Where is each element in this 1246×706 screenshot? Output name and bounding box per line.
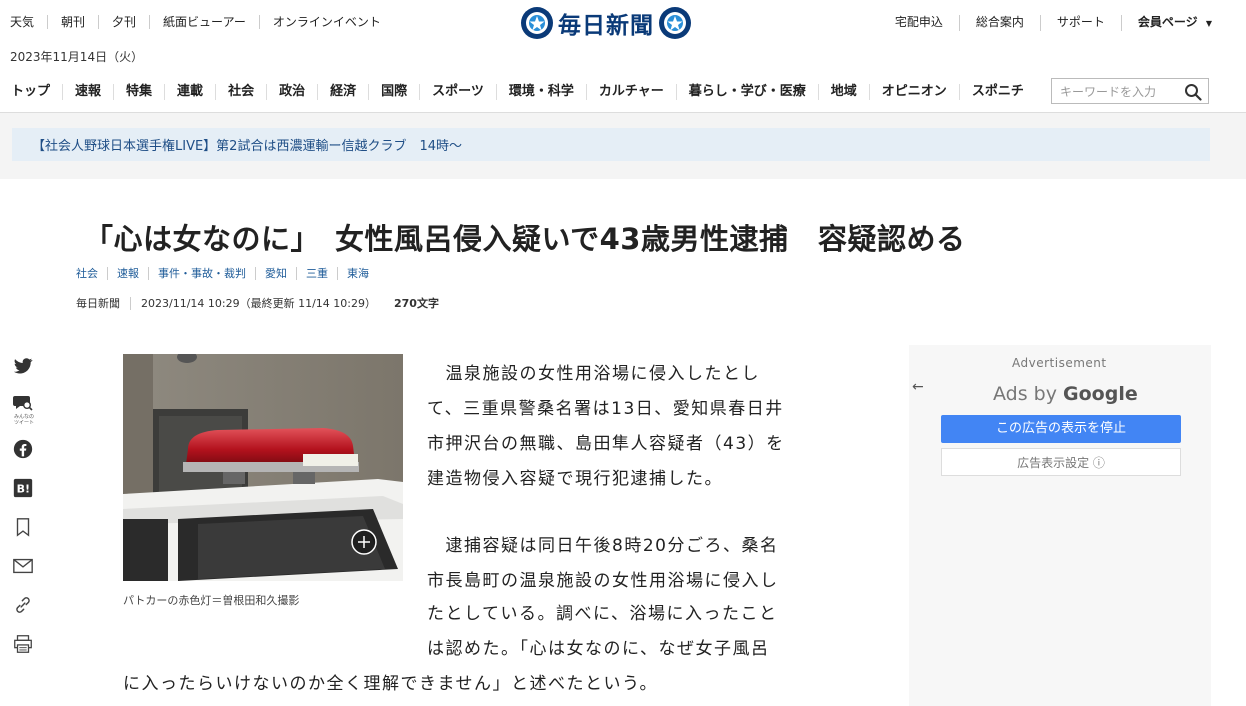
svg-text:B!: B! [17,483,30,496]
article-char-count: 270文字 [394,297,439,310]
nav-item-sports[interactable]: スポーツ [419,84,496,100]
photo-caption: パトカーの赤色灯＝曽根田和久撮影 [123,594,300,607]
current-date: 2023年11月14日（火） [10,50,144,64]
tag-breaking[interactable]: 速報 [107,267,148,280]
print-icon[interactable] [12,633,34,655]
nav-item-international[interactable]: 国際 [368,84,419,100]
logo-text: 毎日新聞 [558,12,654,39]
zoom-in-icon[interactable] [350,528,378,556]
hatena-bookmark-icon[interactable]: B! [12,477,34,499]
search-box [1051,78,1209,104]
utility-links-left: 天気 朝刊 夕刊 紙面ビューアー オンラインイベント [10,15,394,29]
body-line-1: 温泉施設の女性用浴場に侵入したとし [427,364,760,384]
util-link-online-event[interactable]: オンラインイベント [258,15,394,29]
share-column: みんなのツイート B! [12,355,36,672]
body-line-9: に入ったらいけないのか全く理解できません」と述べたという。 [123,674,658,694]
logo-emblem-right-icon [659,7,691,39]
body-line-5: 逮捕容疑は同日午後8時20分ごろ、桑名 [427,536,779,556]
google-label: Google [1063,383,1138,405]
tag-aichi[interactable]: 愛知 [255,267,296,280]
article-headline: 「心は女なのに」 女性風呂侵入疑いで43歳男性逮捕 容疑認める [84,222,966,256]
article-tags: 社会 速報 事件・事故・裁判 愛知 三重 東海 [76,267,378,280]
nav-item-features[interactable]: 特集 [113,84,164,100]
nav-item-politics[interactable]: 政治 [266,84,317,100]
nav-item-top[interactable]: トップ [0,84,62,100]
tag-society[interactable]: 社会 [76,267,107,280]
util-link-morning[interactable]: 朝刊 [47,15,98,29]
body-line-8: は認めた。「心は女なのに、なぜ女子風呂 [427,639,770,659]
nav-items: トップ 速報 特集 連載 社会 政治 経済 国際 スポーツ 環境・科学 カルチャ… [0,84,1036,100]
body-line-6: 市長島町の温泉施設の女性用浴場に侵入し [427,571,779,591]
search-icon[interactable] [1184,83,1202,101]
twitter-icon[interactable] [12,355,34,377]
ads-by-google: Ads by Google [993,383,1138,405]
link-icon[interactable] [12,594,34,616]
nav-item-breaking[interactable]: 速報 [62,84,113,100]
chevron-down-icon: ▼ [1205,19,1212,28]
search-input[interactable] [1058,80,1182,104]
member-page-label: 会員ページ [1137,15,1198,29]
ad-settings-button[interactable]: 広告表示設定 ⓘ [941,448,1181,476]
nav-item-science[interactable]: 環境・科学 [495,84,586,100]
nav-item-regional[interactable]: 地域 [817,84,869,100]
article-datetime: 2023/11/14 10:29（最終更新 11/14 10:29） [130,297,386,310]
ads-by-label: Ads by [993,383,1057,405]
util-link-evening[interactable]: 夕刊 [98,15,149,29]
body-line-3: 市押沢台の無職、島田隼人容疑者（43）を [427,434,785,454]
util-link-delivery[interactable]: 宅配申込 [879,15,959,31]
stop-ad-button[interactable]: この広告の表示を停止 [941,415,1181,443]
main-nav: トップ 速報 特集 連載 社会 政治 経済 国際 スポーツ 環境・科学 カルチャ… [0,76,1246,113]
nav-item-sponichi[interactable]: スポニチ [958,84,1036,100]
utility-bar: 天気 朝刊 夕刊 紙面ビューアー オンラインイベント 毎日新聞 宅配申込 総合案… [0,0,1246,46]
minna-tweet-label: みんなのツイート [13,414,34,426]
nav-item-economy[interactable]: 経済 [317,84,368,100]
body-line-2: て、三重県警桑名署は13日、愛知県春日井 [427,399,784,419]
util-link-viewer[interactable]: 紙面ビューアー [149,15,259,29]
mail-icon[interactable] [12,555,34,577]
back-arrow-icon[interactable]: ← [912,379,924,395]
article-meta: 毎日新聞 2023/11/14 10:29（最終更新 11/14 10:29） … [76,297,449,310]
facebook-icon[interactable] [12,438,34,460]
ad-label: Advertisement [1012,356,1107,370]
nav-item-series[interactable]: 連載 [164,84,215,100]
tag-tokai[interactable]: 東海 [337,267,378,280]
nav-item-society[interactable]: 社会 [215,84,266,100]
minna-tweet-button[interactable]: みんなのツイート [12,394,36,426]
tag-mie[interactable]: 三重 [296,267,337,280]
article-source: 毎日新聞 [76,297,120,310]
utility-links-right: 宅配申込 総合案内 サポート 会員ページ ▼ [879,15,1212,31]
body-line-7: たとしている。調べに、浴場に入ったこと [427,604,778,624]
site-logo[interactable]: 毎日新聞 [520,6,692,40]
util-link-guide[interactable]: 総合案内 [958,15,1040,31]
nav-item-opinion[interactable]: オピニオン [868,84,959,100]
logo-emblem-left-icon [521,7,553,39]
bookmark-icon[interactable] [12,516,34,538]
util-link-support[interactable]: サポート [1039,15,1121,31]
live-notice-banner[interactable]: 【社会人野球日本選手権LIVE】第2試合は西濃運輸ー信越クラブ 14時～ [12,128,1210,161]
nav-item-lifestyle[interactable]: 暮らし・学び・医療 [675,84,818,100]
tag-incidents[interactable]: 事件・事故・裁判 [148,267,255,280]
nav-item-culture[interactable]: カルチャー [585,84,676,100]
member-page-menu[interactable]: 会員ページ ▼ [1120,15,1212,31]
chat-search-icon [13,396,33,411]
body-line-4: 建造物侵入容疑で現行犯逮捕した。 [427,469,723,489]
util-link-weather[interactable]: 天気 [10,15,47,29]
